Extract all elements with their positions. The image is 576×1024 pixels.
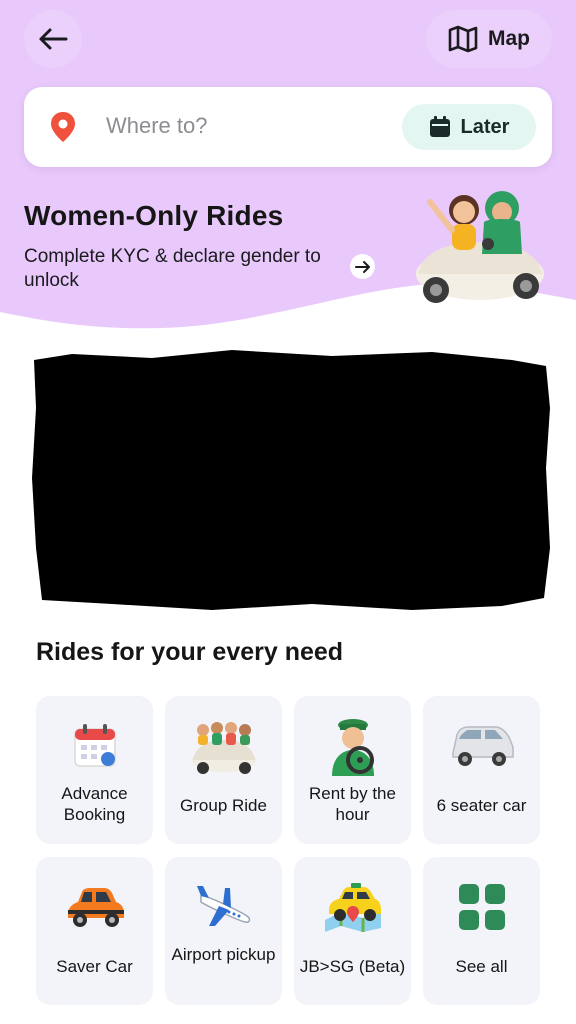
service-label: See all <box>455 957 508 976</box>
service-label: Airport pickup <box>171 945 276 964</box>
map-icon <box>448 25 478 53</box>
map-button[interactable]: Map <box>426 10 552 68</box>
service-group-ride[interactable]: Group Ride <box>165 696 282 844</box>
arrow-right-icon <box>354 260 370 273</box>
service-see-all[interactable]: See all <box>423 857 540 1005</box>
van-icon <box>451 726 514 766</box>
service-label: Rent by the hour <box>309 784 396 824</box>
grid-icon <box>458 884 505 930</box>
group-car-icon <box>191 722 256 774</box>
service-airport-pickup[interactable]: Airport pickup <box>165 857 282 1005</box>
back-button[interactable] <box>24 10 82 68</box>
later-button[interactable]: Later <box>402 104 536 150</box>
service-advance-booking[interactable]: Advance Booking <box>36 696 153 844</box>
service-jb-sg[interactable]: JB>SG (Beta) <box>294 857 411 1005</box>
promo-title: Women-Only Rides <box>24 200 284 231</box>
service-6-seater[interactable]: 6 seater car <box>423 696 540 844</box>
location-pin-icon <box>51 112 75 142</box>
service-label: Saver Car <box>56 957 133 976</box>
section-title: Rides for your every need <box>36 638 344 666</box>
service-label: Group Ride <box>180 796 267 815</box>
map-label: Map <box>488 27 530 50</box>
service-saver-car[interactable]: Saver Car <box>36 857 153 1005</box>
promo-arrow-button[interactable] <box>350 254 375 279</box>
promo-subtitle: Complete KYC & declare gender to unlock <box>24 246 321 291</box>
calendar-icon <box>429 116 450 137</box>
service-rent-by-hour[interactable]: Rent by the hour <box>294 696 411 844</box>
redacted-content <box>32 350 550 610</box>
service-label: JB>SG (Beta) <box>299 957 406 976</box>
airplane-icon <box>196 886 250 926</box>
service-label: Advance Booking <box>61 784 128 824</box>
driver-icon <box>331 719 374 776</box>
calendar-icon <box>73 724 116 767</box>
destination-input[interactable]: Where to? <box>106 113 208 139</box>
arrow-left-icon <box>39 28 68 50</box>
women-car-illustration <box>416 191 544 303</box>
taxi-map-icon <box>324 883 381 932</box>
later-label: Later <box>460 115 510 138</box>
service-label: 6 seater car <box>436 796 527 815</box>
search-bar[interactable]: Where to? Later <box>24 87 552 167</box>
small-car-icon <box>67 888 124 927</box>
